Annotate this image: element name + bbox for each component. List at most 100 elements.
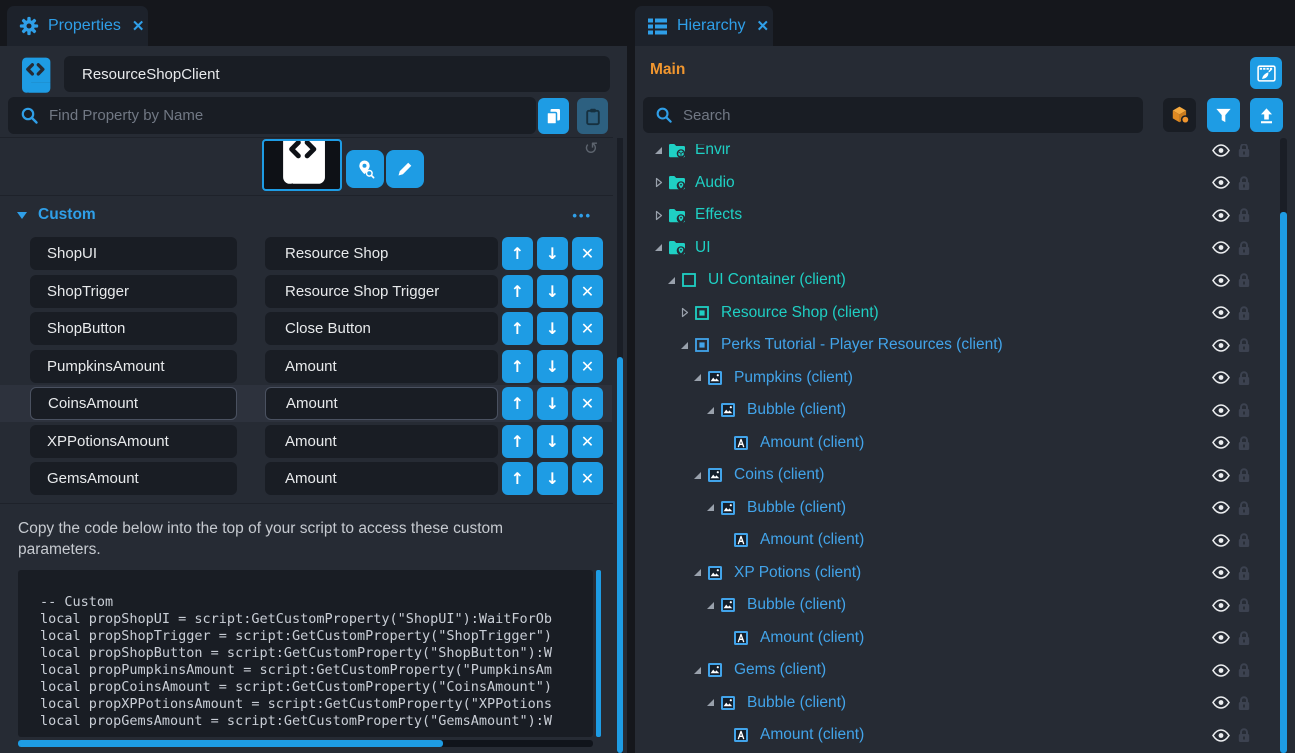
property-name-field[interactable]: ShopButton bbox=[30, 312, 237, 345]
property-value-field[interactable]: Amount bbox=[265, 462, 498, 495]
expand-upload-button[interactable] bbox=[1250, 98, 1283, 132]
object-name-field[interactable]: ResourceShopClient bbox=[64, 56, 610, 92]
tree-item-gems-client[interactable]: Gems (client) bbox=[635, 654, 1280, 687]
property-name-field[interactable]: PumpkinsAmount bbox=[30, 350, 237, 383]
code-horizontal-scrollbar[interactable] bbox=[18, 740, 593, 747]
visibility-eye-icon[interactable] bbox=[1212, 501, 1230, 514]
visibility-eye-icon[interactable] bbox=[1212, 176, 1230, 189]
scrollbar-thumb[interactable] bbox=[617, 357, 623, 753]
visibility-eye-icon[interactable] bbox=[1212, 144, 1230, 157]
filter-button[interactable] bbox=[1207, 98, 1240, 132]
tree-item-amount-client[interactable]: Amount (client) bbox=[635, 719, 1280, 752]
hierarchy-tab[interactable]: Hierarchy ✕ bbox=[635, 6, 773, 46]
hierarchy-scrollbar[interactable] bbox=[1280, 138, 1287, 753]
remove-property-button[interactable]: ✕ bbox=[572, 462, 603, 495]
move-up-button[interactable]: ↑ bbox=[502, 350, 533, 383]
lock-icon[interactable] bbox=[1237, 467, 1251, 483]
visibility-eye-icon[interactable] bbox=[1212, 696, 1230, 709]
script-thumbnail[interactable] bbox=[262, 139, 342, 191]
move-down-button[interactable]: ↓ bbox=[537, 237, 568, 270]
remove-property-button[interactable]: ✕ bbox=[572, 275, 603, 308]
move-up-button[interactable]: ↑ bbox=[502, 237, 533, 270]
package-cube-button[interactable] bbox=[1163, 98, 1196, 132]
lock-icon[interactable] bbox=[1237, 435, 1251, 451]
tree-item-amount-client[interactable]: Amount (client) bbox=[635, 622, 1280, 655]
section-menu-icon[interactable]: ••• bbox=[572, 208, 592, 223]
move-down-button[interactable]: ↓ bbox=[537, 462, 568, 495]
visibility-eye-icon[interactable] bbox=[1212, 729, 1230, 742]
expand-arrow-icon[interactable] bbox=[653, 210, 668, 221]
tree-item-bubble-client[interactable]: Bubble (client) bbox=[635, 589, 1280, 622]
move-up-button[interactable]: ↑ bbox=[502, 387, 533, 420]
lock-icon[interactable] bbox=[1237, 597, 1251, 613]
lock-icon[interactable] bbox=[1237, 500, 1251, 516]
tree-item-envir[interactable]: Envir bbox=[635, 144, 1280, 167]
property-name-field[interactable]: ShopUI bbox=[30, 237, 237, 270]
visibility-eye-icon[interactable] bbox=[1212, 339, 1230, 352]
lock-icon[interactable] bbox=[1237, 630, 1251, 646]
tree-item-bubble-client[interactable]: Bubble (client) bbox=[635, 687, 1280, 720]
lock-icon[interactable] bbox=[1237, 727, 1251, 743]
move-down-button[interactable]: ↓ bbox=[537, 275, 568, 308]
remove-property-button[interactable]: ✕ bbox=[572, 350, 603, 383]
lock-icon[interactable] bbox=[1237, 695, 1251, 711]
properties-tab[interactable]: Properties ✕ bbox=[7, 6, 148, 46]
property-value-field[interactable]: Resource Shop Trigger bbox=[265, 275, 498, 308]
expand-arrow-icon[interactable] bbox=[692, 470, 707, 481]
property-name-field[interactable]: GemsAmount bbox=[30, 462, 237, 495]
property-value-field[interactable]: Amount bbox=[265, 387, 498, 420]
visibility-eye-icon[interactable] bbox=[1212, 436, 1230, 449]
visibility-eye-icon[interactable] bbox=[1212, 534, 1230, 547]
property-value-field[interactable]: Resource Shop bbox=[265, 237, 498, 270]
lock-icon[interactable] bbox=[1237, 305, 1251, 321]
close-icon[interactable]: ✕ bbox=[756, 17, 769, 35]
move-down-button[interactable]: ↓ bbox=[537, 387, 568, 420]
lock-icon[interactable] bbox=[1237, 240, 1251, 256]
tree-item-ui-container-client[interactable]: UI Container (client) bbox=[635, 264, 1280, 297]
hierarchy-search-input[interactable]: Search bbox=[643, 97, 1143, 133]
lock-icon[interactable] bbox=[1237, 175, 1251, 191]
tree-item-effects[interactable]: Effects bbox=[635, 199, 1280, 232]
lock-icon[interactable] bbox=[1237, 337, 1251, 353]
property-name-field[interactable]: CoinsAmount bbox=[30, 387, 237, 420]
tree-item-coins-client[interactable]: Coins (client) bbox=[635, 459, 1280, 492]
lock-icon[interactable] bbox=[1237, 272, 1251, 288]
expand-arrow-icon[interactable] bbox=[679, 340, 694, 351]
tree-item-bubble-client[interactable]: Bubble (client) bbox=[635, 394, 1280, 427]
expand-arrow-icon[interactable] bbox=[679, 307, 694, 318]
code-snippet[interactable]: -- Custom local propShopUI = script:GetC… bbox=[18, 570, 593, 737]
tree-item-pumpkins-client[interactable]: Pumpkins (client) bbox=[635, 362, 1280, 395]
tree-item-xp-potions-client[interactable]: XP Potions (client) bbox=[635, 557, 1280, 590]
scrollbar-thumb[interactable] bbox=[18, 740, 443, 747]
copy-properties-button[interactable] bbox=[538, 98, 569, 134]
property-value-field[interactable]: Amount bbox=[265, 350, 498, 383]
expand-arrow-icon[interactable] bbox=[666, 275, 681, 286]
reset-icon[interactable]: ↺ bbox=[584, 139, 598, 159]
lock-icon[interactable] bbox=[1237, 662, 1251, 678]
close-icon[interactable]: ✕ bbox=[132, 17, 145, 35]
visibility-eye-icon[interactable] bbox=[1212, 631, 1230, 644]
visibility-eye-icon[interactable] bbox=[1212, 469, 1230, 482]
expand-arrow-icon[interactable] bbox=[692, 665, 707, 676]
find-in-scene-button[interactable] bbox=[346, 150, 384, 188]
expand-arrow-icon[interactable] bbox=[692, 567, 707, 578]
expand-arrow-icon[interactable] bbox=[705, 600, 720, 611]
remove-property-button[interactable]: ✕ bbox=[572, 387, 603, 420]
property-value-field[interactable]: Close Button bbox=[265, 312, 498, 345]
move-down-button[interactable]: ↓ bbox=[537, 425, 568, 458]
visibility-eye-icon[interactable] bbox=[1212, 599, 1230, 612]
expand-arrow-icon[interactable] bbox=[692, 372, 707, 383]
visibility-eye-icon[interactable] bbox=[1212, 664, 1230, 677]
remove-property-button[interactable]: ✕ bbox=[572, 425, 603, 458]
properties-scrollbar[interactable] bbox=[617, 138, 623, 753]
expand-arrow-icon[interactable] bbox=[653, 177, 668, 188]
expand-arrow-icon[interactable] bbox=[653, 145, 668, 156]
create-template-button[interactable] bbox=[1250, 57, 1282, 89]
paste-properties-button[interactable] bbox=[577, 98, 608, 134]
lock-icon[interactable] bbox=[1237, 532, 1251, 548]
tree-item-resource-shop-client[interactable]: Resource Shop (client) bbox=[635, 297, 1280, 330]
move-down-button[interactable]: ↓ bbox=[537, 350, 568, 383]
expand-arrow-icon[interactable] bbox=[705, 697, 720, 708]
property-name-field[interactable]: ShopTrigger bbox=[30, 275, 237, 308]
remove-property-button[interactable]: ✕ bbox=[572, 312, 603, 345]
